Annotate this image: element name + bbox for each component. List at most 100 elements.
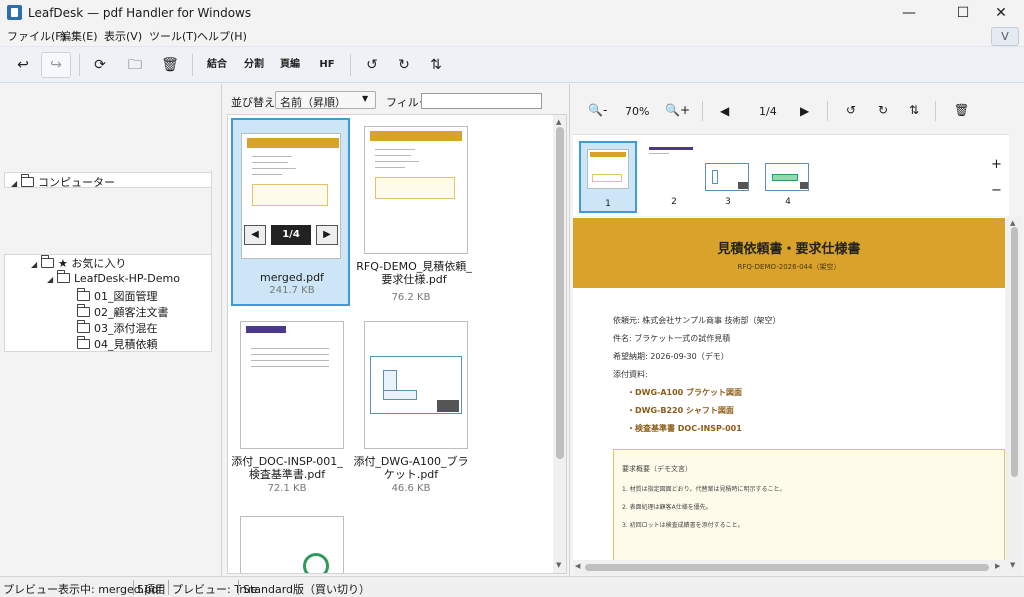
page-thumb-3[interactable]: 3 [703,141,761,213]
rotate-left-icon[interactable]: ↺ [846,103,856,117]
tree-node-root[interactable]: ◢ LeafDesk-HP-Demo [47,270,180,285]
menu-tools[interactable]: ツール(T) [149,28,197,44]
preview-toolbar: 🔍- 70% 🔍+ ◀ 1/4 ▶ ↺ ↻ ⇅ 🗑 [570,84,1024,134]
file-name: 添付_DWG-A100_ブラケット.pdf [353,455,469,481]
file-name: 添付_DOC-INSP-001_検査基準書.pdf [231,455,343,481]
folder-icon [77,288,90,301]
scrollbar-thumb[interactable] [585,564,989,571]
doc-field: 希望納期: 2026-09-30（デモ） [613,352,729,361]
folder-tree-pane: ◢ コンピューター ◢ ★ お気に入り ◢ LeafDesk-HP-Demo 01_図… [0,84,222,576]
file-thumbnail [364,126,468,254]
file-card-merged[interactable]: ◀ 1/4 ▶ merged.pdf 241.7 KB [231,118,350,306]
thumb-prev-button[interactable]: ◀ [244,225,266,245]
tree-node-folder[interactable]: 01_図面管理 [77,288,158,304]
file-grid-scrollbar[interactable]: ▲ ▼ [553,115,566,573]
rotate-right-icon[interactable]: ↻ [392,52,416,78]
status-bar: プレビュー表示中: merged.pdf 5項目 プレビュー: True Sta… [0,576,1024,597]
menu-edit[interactable]: 編集(E) [60,28,98,44]
thumb-page-indicator: 1/4 [271,225,311,245]
file-size: 72.1 KB [267,483,307,494]
refresh-icon[interactable]: ⟳ [87,52,113,78]
magnifier-icon: 🔍 [665,103,680,117]
file-card-inspection[interactable]: 添付_DOC-INSP-001_検査基準書.pdf 72.1 KB [228,313,346,501]
menu-help[interactable]: ヘルプ(H) [197,28,247,44]
status-edition: Standard版（買い切り） [243,583,371,596]
sort-select[interactable]: 名前（昇順） ▼ [275,91,376,109]
sort-order-icon[interactable]: ⇅ [909,103,919,117]
sort-label: 並び替え: [231,96,279,109]
split-button[interactable]: 分割 [237,52,271,78]
trash-icon[interactable]: 🗑 [954,103,969,117]
rotate-right-icon[interactable]: ↻ [878,103,888,117]
file-size: 241.7 KB [269,285,315,296]
menu-view[interactable]: 表示(V) [104,28,142,44]
doc-title: 見積依頼書・要求仕様書 [717,242,861,257]
filter-input[interactable] [421,93,542,109]
tree-node-folder[interactable]: 04_見積依頼 [77,336,158,352]
merge-button[interactable]: 結合 [200,52,234,78]
zoom-out-button[interactable]: 🔍- [588,103,607,117]
prev-page-button[interactable]: ◀ [720,104,729,118]
zoom-in-label: + [679,103,691,117]
page-thumb-2[interactable]: 2 [645,141,703,213]
file-list-pane: 並び替え: 名前（昇順） ▼ フィルタ: ◀ 1/4 ▶ merged.pdf … [223,84,568,576]
sort-select-value: 名前（昇順） [280,96,346,109]
page-indicator: 1/4 [759,105,777,118]
file-card-drawing[interactable]: 添付_DWG-A100_ブラケット.pdf 46.6 KB [352,313,470,501]
preview-pane: 🔍- 70% 🔍+ ◀ 1/4 ▶ ↺ ↻ ⇅ 🗑 1 2 3 4 + − 見積… [569,84,1024,576]
strip-zoom-in-button[interactable]: + [991,157,1002,172]
page-edit-button[interactable]: 頁編 [273,52,307,78]
minimize-button[interactable]: — [886,0,932,26]
rotate-left-icon[interactable]: ↺ [360,52,384,78]
preview-horizontal-scrollbar[interactable]: ◀ ▶ [573,560,1005,575]
redo-icon[interactable]: ↪ [41,52,71,78]
close-button[interactable]: ✕ [978,0,1024,26]
file-name: merged.pdf [260,271,324,284]
file-thumbnail [364,321,468,449]
file-thumbnail [240,321,344,449]
sort-order-icon[interactable]: ⇅ [424,52,448,78]
next-page-button[interactable]: ▶ [800,104,809,118]
folder-icon [57,270,70,283]
tree-node-folder[interactable]: 02_顧客注文書 [77,304,169,320]
magnifier-icon: 🔍 [588,103,603,117]
folder-icon [77,320,90,333]
page-thumb-1[interactable]: 1 [579,141,637,213]
scrollbar-thumb[interactable] [1011,227,1018,477]
scrollbar-thumb[interactable] [556,127,564,459]
undo-icon[interactable]: ↩ [10,52,36,78]
preview-vertical-scrollbar[interactable]: ▲ ▼ [1006,217,1022,575]
file-size: 46.6 KB [391,483,431,494]
sort-filter-bar: 並び替え: 名前（昇順） ▼ フィルタ: [223,90,568,112]
tree-node-favorites[interactable]: ◢ ★ お気に入り [31,255,126,271]
doc-header-band: 見積依頼書・要求仕様書 RFQ-DEMO-2026-044（架空） [573,218,1005,288]
doc-field: 添付資料: [613,370,648,379]
computer-tree: ◢ コンピューター [4,172,212,190]
tree-node-folder[interactable]: 03_添付混在 [77,320,158,336]
trash-icon[interactable]: 🗑 [157,52,183,78]
doc-attachment: ・DWG-B220 シャフト図面 [627,406,734,415]
folder-icon [77,304,90,317]
window-title: LeafDesk — pdf Handler for Windows [28,6,252,20]
doc-req-title: 要求概要（デモ文言） [622,465,692,473]
menu-bar: ファイル(F) 編集(E) 表示(V) ツール(T) ヘルプ(H) [0,26,1024,44]
file-card-partial[interactable] [228,508,346,573]
header-footer-button[interactable]: HF [310,52,344,78]
strip-zoom-out-button[interactable]: − [991,183,1002,198]
thumb-next-button[interactable]: ▶ [316,225,338,245]
file-thumbnail [240,516,344,573]
zoom-in-button[interactable]: 🔍+ [665,103,690,117]
doc-req-item: 2. 表面処理は顧客A仕様を優先。 [622,504,712,511]
page-thumbnail-strip: 1 2 3 4 + − [573,134,1009,216]
doc-req-item: 3. 初回ロットは検査成績書を添付すること。 [622,522,744,529]
tree-node-computer[interactable]: ◢ コンピューター [11,174,115,190]
menu-file[interactable]: ファイル(F) [7,28,66,44]
zoom-out-label: - [602,103,608,117]
doc-subtitle: RFQ-DEMO-2026-044（架空） [737,263,841,271]
doc-attachment: ・DWG-A100 ブラケット図面 [627,388,743,397]
file-card-rfq[interactable]: RFQ-DEMO_見積依頼_要求仕様.pdf 76.2 KB [352,118,472,306]
doc-field: 件名: ブラケット一式の試作見積 [613,334,731,343]
open-folder-icon[interactable]: 🗀 [122,52,148,78]
version-button[interactable]: V [991,27,1019,46]
page-thumb-4[interactable]: 4 [763,141,821,213]
